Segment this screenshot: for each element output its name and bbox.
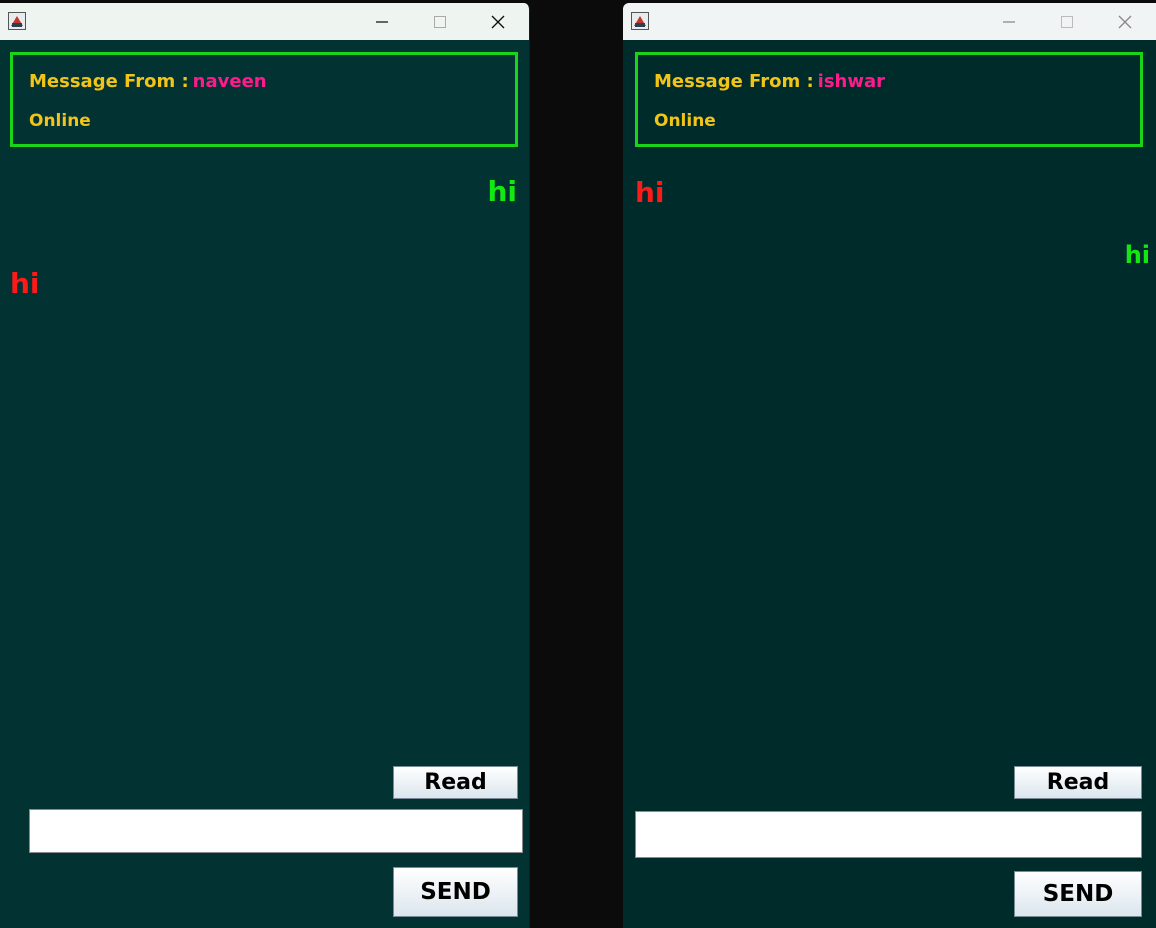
java-app-icon (8, 12, 26, 30)
send-button[interactable]: SEND (393, 867, 518, 917)
maximize-button[interactable] (411, 3, 469, 40)
sent-message: hi (1124, 241, 1150, 269)
message-from: Message From : ishwar (654, 71, 885, 92)
read-button[interactable]: Read (1014, 766, 1142, 799)
close-icon (1118, 15, 1132, 28)
contact-name: ishwar (817, 71, 886, 92)
minimize-button[interactable] (980, 3, 1038, 40)
title-bar[interactable] (0, 3, 529, 40)
title-bar[interactable] (623, 3, 1156, 40)
message-from-label: Message From : (654, 71, 814, 92)
received-message: hi (635, 176, 665, 209)
maximize-button[interactable] (1038, 3, 1096, 40)
close-button[interactable] (469, 3, 527, 40)
contact-name: naveen (192, 71, 267, 92)
message-input[interactable] (635, 811, 1142, 858)
minimize-button[interactable] (353, 3, 411, 40)
message-input[interactable] (29, 809, 523, 853)
online-status: Online (29, 111, 91, 131)
chat-window-ishwar: Message From : ishwar Online hi hi Read S… (623, 3, 1156, 928)
chat-header: Message From : ishwar Online (635, 52, 1143, 147)
minimize-icon (376, 20, 388, 23)
maximize-icon (434, 15, 446, 28)
message-from: Message From : naveen (29, 71, 267, 92)
minimize-icon (1003, 20, 1015, 23)
chat-window-naveen: Message From : naveen Online hi hi Read S… (0, 3, 530, 928)
sent-message: hi (487, 175, 517, 208)
online-status: Online (654, 111, 716, 131)
message-from-label: Message From : (29, 71, 189, 92)
chat-header: Message From : naveen Online (10, 52, 518, 147)
java-app-icon (631, 12, 649, 30)
close-icon (491, 15, 505, 28)
read-button[interactable]: Read (393, 766, 518, 799)
received-message: hi (10, 267, 40, 300)
send-button[interactable]: SEND (1014, 871, 1142, 917)
close-button[interactable] (1096, 3, 1154, 40)
maximize-icon (1061, 15, 1073, 28)
